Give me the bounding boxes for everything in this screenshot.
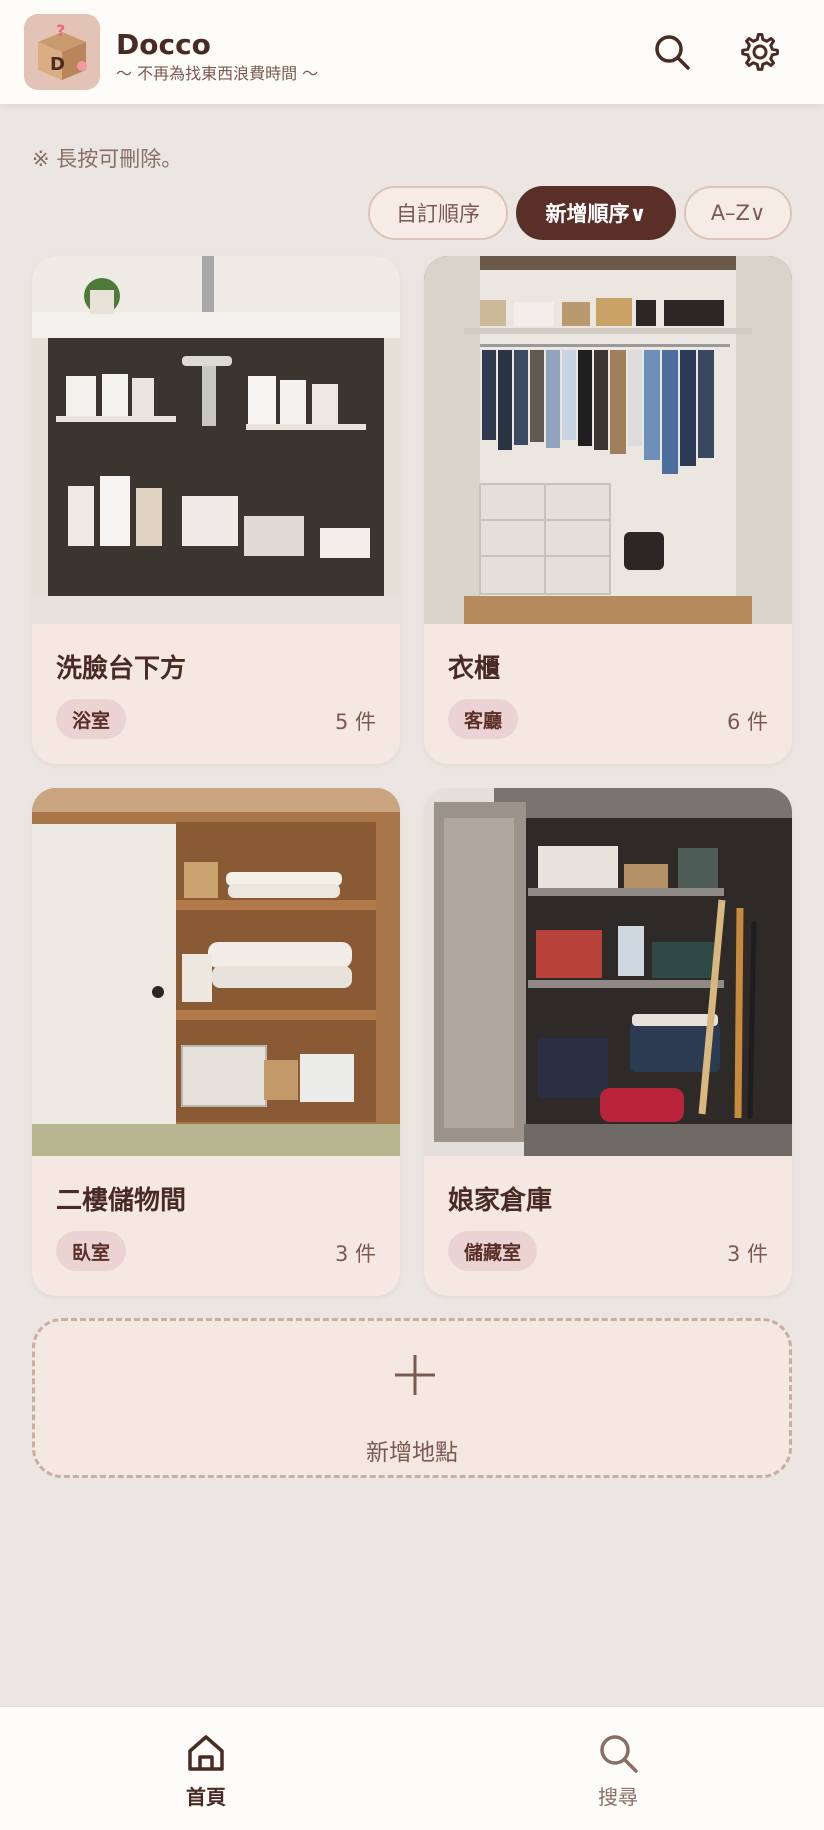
app-header: D ? Docco ～ 不再為找東西浪費時間 ～	[0, 0, 824, 104]
settings-button[interactable]	[734, 26, 786, 78]
location-photo	[32, 256, 400, 624]
box-logo-icon: D ?	[38, 21, 87, 80]
room-badge: 臥室	[56, 1231, 127, 1271]
location-card[interactable]: 衣櫃 客廳 6 件	[424, 256, 792, 764]
nav-search[interactable]: 搜尋	[558, 1731, 678, 1811]
location-name: 二樓儲物間	[56, 1186, 187, 1216]
item-count: 3 件	[726, 1242, 768, 1266]
add-location-label: 新增地點	[366, 1440, 458, 1466]
location-name: 衣櫃	[448, 654, 501, 684]
svg-text:D: D	[50, 54, 65, 75]
nav-home-label: 首頁	[186, 1785, 226, 1809]
sort-newest-button[interactable]: 新增順序∨	[516, 186, 676, 240]
gear-icon	[741, 33, 779, 71]
search-icon	[600, 1735, 638, 1773]
location-photo	[424, 256, 792, 624]
app-tagline: ～ 不再為找東西浪費時間 ～	[116, 64, 319, 83]
room-badge: 儲藏室	[448, 1231, 538, 1271]
app-name: Docco	[116, 28, 211, 61]
nav-home[interactable]: 首頁	[146, 1731, 266, 1811]
location-card[interactable]: 娘家倉庫 儲藏室 3 件	[424, 788, 792, 1296]
room-badge: 客廳	[448, 699, 519, 739]
location-card[interactable]: 二樓儲物間 臥室 3 件	[32, 788, 400, 1296]
location-card[interactable]: 洗臉台下方 浴室 5 件	[32, 256, 400, 764]
location-photo	[424, 788, 792, 1156]
item-count: 3 件	[334, 1242, 376, 1266]
nav-search-label: 搜尋	[598, 1785, 638, 1809]
sort-az-button[interactable]: A–Z∨	[684, 186, 792, 240]
search-button[interactable]	[646, 26, 698, 78]
delete-hint: ※ 長按可刪除。	[32, 147, 183, 171]
location-photo	[32, 788, 400, 1156]
item-count: 6 件	[726, 710, 768, 734]
add-location-button[interactable]: 新增地點	[32, 1318, 792, 1478]
room-badge: 浴室	[56, 699, 127, 739]
home-icon	[188, 1735, 224, 1771]
location-name: 娘家倉庫	[448, 1186, 553, 1216]
svg-text:?: ?	[56, 21, 65, 40]
app-logo: D ?	[24, 14, 100, 90]
plus-icon	[395, 1355, 435, 1395]
sort-custom-button[interactable]: 自訂順序	[368, 186, 508, 240]
item-count: 5 件	[334, 710, 376, 734]
location-name: 洗臉台下方	[56, 654, 187, 684]
bottom-nav: 首頁 搜尋	[0, 1706, 824, 1830]
search-icon	[655, 35, 690, 70]
